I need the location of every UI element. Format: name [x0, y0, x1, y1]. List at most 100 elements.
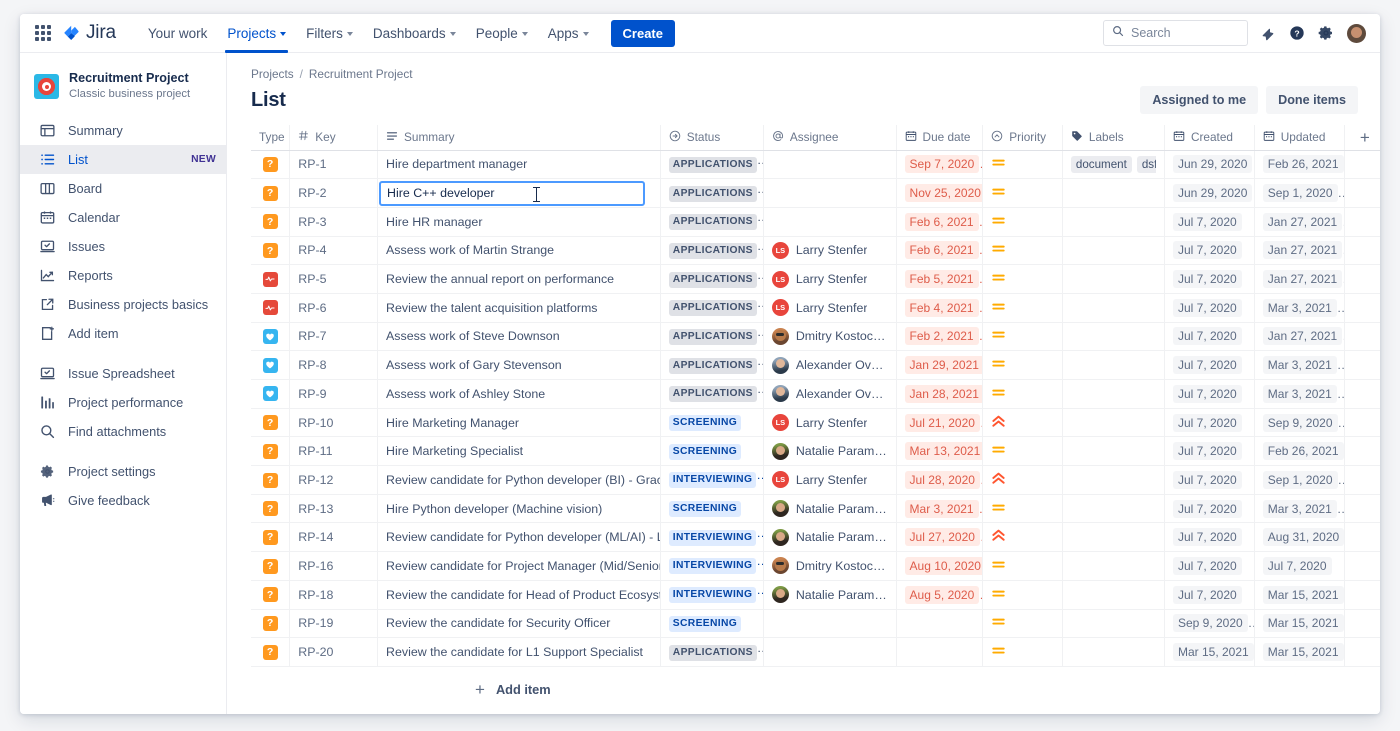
table-row[interactable]: ? RP-13 Hire Python developer (Machine vis… [251, 494, 1380, 524]
assignee-cell[interactable]: LS Larry Stenfer [771, 299, 888, 317]
cell-due-date[interactable] [896, 637, 984, 667]
cell-key[interactable]: RP-4 [289, 236, 379, 266]
cell-summary[interactable]: Assess work of Martin Strange [377, 236, 661, 266]
due-date-pill[interactable]: Aug 5, 2020 [904, 585, 980, 604]
cell-due-date[interactable]: Feb 4, 2021 [896, 293, 984, 323]
cell-summary[interactable]: Review the candidate for Head of Product… [377, 580, 661, 610]
cell-status[interactable]: SCREENING [660, 609, 764, 639]
cell-status[interactable]: APPLICATIONS [660, 322, 764, 352]
cell-created[interactable]: Jul 7, 2020 [1164, 551, 1255, 581]
table-row[interactable]: ? RP-14 Review candidate for Python develo… [251, 522, 1380, 553]
cell-assignee[interactable]: Dmitry Kostochko [763, 322, 897, 352]
cell-type[interactable] [251, 264, 291, 294]
label-chip[interactable]: document [1070, 155, 1132, 173]
assignee-cell[interactable]: LS Larry Stenfer [771, 270, 888, 288]
table-row[interactable]: RP-9 Assess work of Ashley Stone APPLICATI… [251, 379, 1380, 409]
cell-summary[interactable]: Hire Python developer (Machine vision) [377, 494, 661, 524]
cell-updated[interactable]: Sep 1, 2020 [1254, 465, 1345, 495]
summary-text[interactable]: Hire Python developer (Machine vision) [386, 502, 652, 516]
summary-text[interactable]: Review candidate for Python developer (M… [386, 530, 659, 544]
issue-key-link[interactable]: RP-7 [298, 329, 326, 343]
assignee-cell[interactable]: Natalie Paramonova [771, 586, 888, 604]
cell-updated[interactable]: Mar 3, 2021 [1254, 350, 1345, 380]
cell-created[interactable]: Jun 29, 2020 [1164, 150, 1255, 180]
cell-priority[interactable] [982, 264, 1063, 294]
table-row[interactable]: ? RP-1 Hire department manager APPLICATIONS… [251, 150, 1380, 180]
cell-created[interactable]: Jul 7, 2020 [1164, 207, 1255, 237]
cell-priority[interactable] [982, 436, 1063, 467]
cell-key[interactable]: RP-13 [289, 494, 379, 524]
labels-cell[interactable]: documentdsfsdf… [1070, 155, 1156, 173]
assignee-cell[interactable]: Alexander Ovsyannikov [771, 356, 888, 374]
column-header-due-date[interactable]: Due date [896, 125, 984, 151]
cell-assignee[interactable]: LS Larry Stenfer [763, 465, 897, 495]
cell-status[interactable]: SCREENING [660, 436, 764, 467]
cell-due-date[interactable]: Mar 3, 2021 [896, 494, 984, 524]
due-date-pill[interactable]: Sep 7, 2020 [904, 155, 980, 174]
cell-created[interactable]: Sep 9, 2020 [1164, 609, 1255, 639]
status-badge[interactable]: APPLICATIONS [668, 357, 757, 374]
sidebar-item-project-performance[interactable]: Project performance [20, 388, 226, 417]
due-date-pill[interactable]: Nov 25, 2020 [904, 184, 982, 203]
cell-key[interactable]: RP-20 [289, 637, 379, 667]
cell-labels[interactable] [1062, 551, 1165, 581]
cell-assignee[interactable]: LS Larry Stenfer [763, 264, 897, 294]
cell-status[interactable]: INTERVIEWING [660, 522, 764, 553]
cell-updated[interactable]: Mar 3, 2021 [1254, 494, 1345, 524]
cell-summary[interactable]: Hire HR manager [377, 207, 661, 237]
cell-assignee[interactable]: Alexander Ovsyannikov [763, 350, 897, 380]
summary-text[interactable]: Assess work of Ashley Stone [386, 387, 652, 401]
sidebar-item-calendar[interactable]: Calendar [20, 203, 226, 232]
status-badge[interactable]: APPLICATIONS [668, 328, 757, 345]
cell-assignee[interactable] [763, 178, 897, 208]
cell-key[interactable]: RP-10 [289, 408, 379, 438]
cell-summary[interactable]: Assess work of Gary Stevenson [377, 350, 661, 380]
cell-priority[interactable] [982, 551, 1063, 581]
cell-labels[interactable] [1062, 293, 1165, 323]
table-row[interactable]: RP-5 Review the annual report on performa… [251, 264, 1380, 294]
cell-labels[interactable] [1062, 350, 1165, 380]
cell-key[interactable]: RP-11 [289, 436, 379, 467]
cell-created[interactable]: Jul 7, 2020 [1164, 580, 1255, 610]
cell-labels[interactable] [1062, 436, 1165, 467]
summary-text[interactable]: Review candidate for Python developer (B… [386, 473, 659, 487]
status-badge[interactable]: APPLICATIONS [668, 644, 757, 661]
cell-created[interactable]: Jul 7, 2020 [1164, 494, 1255, 524]
status-badge[interactable]: SCREENING [668, 501, 742, 518]
due-date-pill[interactable]: Jan 29, 2021 [904, 356, 982, 375]
cell-assignee[interactable]: Dmitry Kostochko [763, 551, 897, 581]
cell-priority[interactable] [982, 637, 1063, 667]
cell-summary[interactable]: Hire department manager [377, 150, 661, 180]
cell-labels[interactable] [1062, 236, 1165, 266]
cell-key[interactable]: RP-8 [289, 350, 379, 380]
create-button[interactable]: Create [610, 19, 675, 47]
cell-due-date[interactable]: Mar 13, 2021 [896, 436, 984, 467]
cell-assignee[interactable] [763, 637, 897, 667]
cell-type[interactable]: ? [251, 551, 291, 581]
cell-summary[interactable]: Review the candidate for L1 Support Spec… [377, 637, 661, 667]
cell-updated[interactable]: Aug 31, 2020 [1254, 522, 1345, 553]
status-badge[interactable]: INTERVIEWING [668, 472, 757, 489]
cell-assignee[interactable]: Natalie Paramonova [763, 436, 897, 467]
cell-assignee[interactable] [763, 207, 897, 237]
cell-key[interactable]: RP-1 [289, 150, 379, 180]
nav-projects[interactable]: Projects [217, 14, 296, 53]
cell-due-date[interactable]: Jul 21, 2020 [896, 408, 984, 438]
status-badge[interactable]: APPLICATIONS [668, 271, 757, 288]
cell-key[interactable]: RP-3 [289, 207, 379, 237]
status-badge[interactable]: APPLICATIONS [668, 386, 757, 403]
cell-created[interactable]: Jul 7, 2020 [1164, 293, 1255, 323]
issue-key-link[interactable]: RP-2 [298, 186, 326, 200]
done-items-button[interactable]: Done items [1266, 86, 1358, 114]
cell-status[interactable]: APPLICATIONS [660, 207, 764, 237]
cell-type[interactable]: ? [251, 522, 291, 553]
cell-priority[interactable] [982, 178, 1063, 208]
cell-created[interactable]: Jul 7, 2020 [1164, 436, 1255, 467]
cell-type[interactable]: ? [251, 494, 291, 524]
cell-created[interactable]: Jul 7, 2020 [1164, 322, 1255, 352]
column-header-updated[interactable]: Updated [1254, 125, 1345, 151]
cell-created[interactable]: Jul 7, 2020 [1164, 264, 1255, 294]
cell-due-date[interactable]: Jan 29, 2021 [896, 350, 984, 380]
notification-bell-icon[interactable] [1261, 26, 1276, 41]
cell-due-date[interactable]: Jul 27, 2020 [896, 522, 984, 553]
